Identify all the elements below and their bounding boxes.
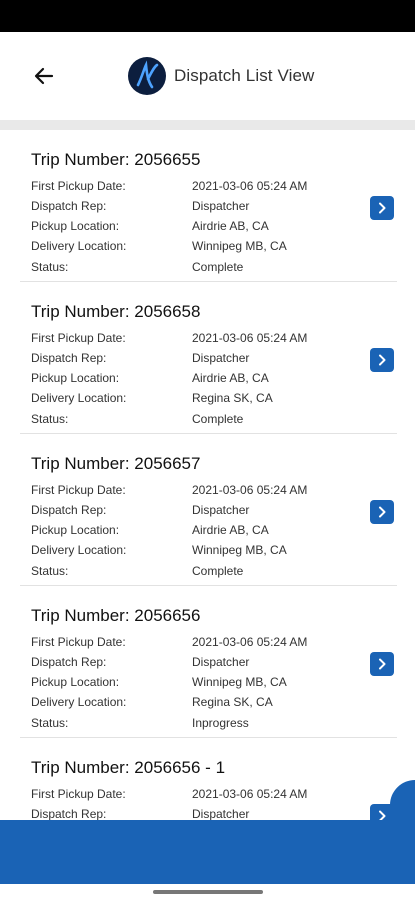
back-button[interactable] [30, 62, 58, 90]
dispatch-rep-value: Dispatcher [192, 199, 250, 213]
header-divider [0, 120, 415, 130]
dispatch-rep-value: Dispatcher [192, 807, 250, 820]
chevron-right-icon [379, 202, 386, 214]
field-label: Delivery Location: [31, 391, 127, 405]
status-row: Status: Complete [31, 260, 361, 280]
field-label: Dispatch Rep: [31, 199, 107, 213]
field-label: Status: [31, 716, 69, 730]
pickup-location-row: Pickup Location: Airdrie AB, CA [31, 523, 361, 543]
pickup-location-value: Airdrie AB, CA [192, 523, 269, 537]
first-pickup-value: 2021-03-06 05:24 AM [192, 787, 308, 801]
field-label: First Pickup Date: [31, 635, 126, 649]
home-indicator[interactable] [153, 890, 263, 894]
field-label: Delivery Location: [31, 543, 127, 557]
dispatch-rep-value: Dispatcher [192, 503, 250, 517]
dispatch-rep-value: Dispatcher [192, 655, 250, 669]
status-row: Status: Complete [31, 412, 361, 432]
field-label: Pickup Location: [31, 523, 120, 537]
field-label: Dispatch Rep: [31, 807, 107, 820]
brand-logo [128, 57, 166, 95]
field-label: First Pickup Date: [31, 331, 126, 345]
trip-number: Trip Number: 2056658 [31, 302, 201, 321]
arrow-left-icon [34, 67, 54, 85]
dispatch-rep-row: Dispatch Rep: Dispatcher [31, 655, 361, 675]
status-value: Inprogress [192, 716, 249, 730]
first-pickup-row: First Pickup Date: 2021-03-06 05:24 AM [31, 331, 361, 351]
chevron-right-icon [379, 658, 386, 670]
field-label: Pickup Location: [31, 219, 120, 233]
delivery-location-value: Winnipeg MB, CA [192, 543, 287, 557]
dispatch-rep-row: Dispatch Rep: Dispatcher [31, 503, 361, 523]
first-pickup-value: 2021-03-06 05:24 AM [192, 179, 308, 193]
delivery-location-row: Delivery Location: Regina SK, CA [31, 391, 361, 411]
dispatch-rep-row: Dispatch Rep: Dispatcher [31, 351, 361, 371]
open-trip-button[interactable] [370, 652, 394, 676]
delivery-location-value: Regina SK, CA [192, 391, 273, 405]
status-value: Complete [192, 412, 244, 426]
delivery-location-row: Delivery Location: Regina SK, CA [31, 695, 361, 715]
dispatch-rep-row: Dispatch Rep: Dispatcher [31, 807, 361, 820]
field-label: Pickup Location: [31, 675, 120, 689]
dispatch-rep-row: Dispatch Rep: Dispatcher [31, 199, 361, 219]
delivery-location-row: Delivery Location: Winnipeg MB, CA [31, 239, 361, 259]
page-title: Dispatch List View [174, 66, 315, 85]
first-pickup-row: First Pickup Date: 2021-03-06 05:24 AM [31, 179, 361, 199]
field-label: First Pickup Date: [31, 483, 126, 497]
field-label: Status: [31, 564, 69, 578]
status-row: Status: Complete [31, 564, 361, 584]
field-label: Status: [31, 260, 69, 274]
pickup-location-value: Airdrie AB, CA [192, 371, 269, 385]
brand: Dispatch List View [128, 57, 314, 95]
field-label: Delivery Location: [31, 695, 127, 709]
chevron-right-icon [379, 810, 386, 820]
delivery-location-value: Winnipeg MB, CA [192, 239, 287, 253]
first-pickup-row: First Pickup Date: 2021-03-06 05:24 AM [31, 635, 361, 655]
trip-card[interactable]: Trip Number: 2056655 First Pickup Date: … [20, 130, 397, 282]
field-label: Dispatch Rep: [31, 655, 107, 669]
first-pickup-value: 2021-03-06 05:24 AM [192, 483, 308, 497]
field-label: Delivery Location: [31, 239, 127, 253]
dispatch-list[interactable]: Trip Number: 2056655 First Pickup Date: … [0, 130, 415, 820]
field-label: Dispatch Rep: [31, 503, 107, 517]
pickup-location-row: Pickup Location: Winnipeg MB, CA [31, 675, 361, 695]
open-trip-button[interactable] [370, 348, 394, 372]
status-row: Status: Inprogress [31, 716, 361, 736]
field-label: Pickup Location: [31, 371, 120, 385]
field-label: First Pickup Date: [31, 179, 126, 193]
trip-number: Trip Number: 2056656 - 1 [31, 758, 226, 777]
status-bar [0, 0, 415, 32]
first-pickup-value: 2021-03-06 05:24 AM [192, 331, 308, 345]
status-value: Complete [192, 564, 244, 578]
delivery-location-value: Regina SK, CA [192, 695, 273, 709]
field-label: Dispatch Rep: [31, 351, 107, 365]
chevron-right-icon [379, 354, 386, 366]
trip-card[interactable]: Trip Number: 2056656 - 1 First Pickup Da… [20, 738, 397, 820]
first-pickup-row: First Pickup Date: 2021-03-06 05:24 AM [31, 787, 361, 807]
trip-number: Trip Number: 2056656 [31, 606, 201, 625]
trip-card[interactable]: Trip Number: 2056658 First Pickup Date: … [20, 282, 397, 434]
bottom-bar [0, 820, 415, 884]
delivery-location-row: Delivery Location: Winnipeg MB, CA [31, 543, 361, 563]
chevron-right-icon [379, 506, 386, 518]
app-header: Dispatch List View [0, 32, 415, 120]
trip-number: Trip Number: 2056657 [31, 454, 201, 473]
open-trip-button[interactable] [370, 196, 394, 220]
first-pickup-row: First Pickup Date: 2021-03-06 05:24 AM [31, 483, 361, 503]
pickup-location-row: Pickup Location: Airdrie AB, CA [31, 371, 361, 391]
field-label: First Pickup Date: [31, 787, 126, 801]
status-value: Complete [192, 260, 244, 274]
trip-card[interactable]: Trip Number: 2056656 First Pickup Date: … [20, 586, 397, 738]
trip-card[interactable]: Trip Number: 2056657 First Pickup Date: … [20, 434, 397, 586]
pickup-location-value: Airdrie AB, CA [192, 219, 269, 233]
pickup-location-row: Pickup Location: Airdrie AB, CA [31, 219, 361, 239]
field-label: Status: [31, 412, 69, 426]
dispatch-rep-value: Dispatcher [192, 351, 250, 365]
open-trip-button[interactable] [370, 500, 394, 524]
pickup-location-value: Winnipeg MB, CA [192, 675, 287, 689]
trip-number: Trip Number: 2056655 [31, 150, 201, 169]
first-pickup-value: 2021-03-06 05:24 AM [192, 635, 308, 649]
